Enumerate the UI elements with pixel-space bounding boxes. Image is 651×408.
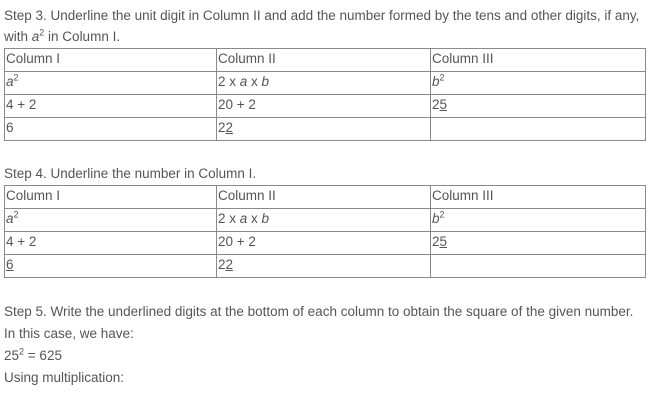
table-row: 6 22 <box>4 254 646 278</box>
cell-a-squared: a2 <box>4 208 217 232</box>
cell-value: 6 <box>4 117 217 141</box>
step5-instruction: Step 5. Write the underlined digits at t… <box>4 304 634 319</box>
cell-2ab: 2 x a x b <box>216 208 431 232</box>
case-text: In this case, we have: <box>4 326 134 341</box>
cell-2ab: 2 x a x b <box>216 71 431 95</box>
cell-value: 4 + 2 <box>4 231 217 255</box>
cell-value: 6 <box>4 254 217 278</box>
solution-content: Step 3. Underline the unit digit in Colu… <box>4 0 646 389</box>
step4-table: Column I Column II Column III a2 2 x a x… <box>4 185 646 278</box>
cell-value: 22 <box>216 254 431 278</box>
step3-table: Column I Column II Column III a2 2 x a x… <box>4 48 646 141</box>
cell-value: 20 + 2 <box>216 231 431 255</box>
step4-instruction: Step 4. Underline the number in Column I… <box>4 166 257 181</box>
underlined-digit: 2 <box>225 120 234 135</box>
table-row: a2 2 x a x b b2 <box>4 208 646 232</box>
table-row: 4 + 2 20 + 2 25 <box>4 94 646 118</box>
cell-b-squared: b2 <box>430 71 646 95</box>
header-column-ii: Column II <box>216 48 431 72</box>
header-column-i: Column I <box>4 185 217 209</box>
header-column-ii: Column II <box>216 185 431 209</box>
underlined-digit: 5 <box>439 97 448 112</box>
cell-empty <box>430 254 646 278</box>
step3-text-end: in Column I. <box>44 29 121 44</box>
cell-value: 22 <box>216 117 431 141</box>
cell-value: 25 <box>430 94 646 118</box>
underlined-digit: 5 <box>439 234 448 249</box>
header-column-iii: Column III <box>430 48 646 72</box>
table-header-row: Column I Column II Column III <box>4 48 646 72</box>
result-equation: 252 = 625 <box>4 346 62 363</box>
cell-empty <box>430 117 646 141</box>
table-header-row: Column I Column II Column III <box>4 185 646 209</box>
header-column-i: Column I <box>4 48 217 72</box>
step3-instruction: Step 3. Underline the unit digit in Colu… <box>4 5 646 47</box>
using-multiplication-text: Using multiplication: <box>4 370 125 385</box>
cell-value: 4 + 2 <box>4 94 217 118</box>
underlined-digit: 2 <box>225 257 234 272</box>
underlined-digit: 6 <box>6 257 14 272</box>
table-row: 6 22 <box>4 117 646 141</box>
cell-value: 25 <box>430 231 646 255</box>
header-column-iii: Column III <box>430 185 646 209</box>
table-row: a2 2 x a x b b2 <box>4 71 646 95</box>
cell-value: 20 + 2 <box>216 94 431 118</box>
table-row: 4 + 2 20 + 2 25 <box>4 231 646 255</box>
cell-b-squared: b2 <box>430 208 646 232</box>
cell-a-squared: a2 <box>4 71 217 95</box>
